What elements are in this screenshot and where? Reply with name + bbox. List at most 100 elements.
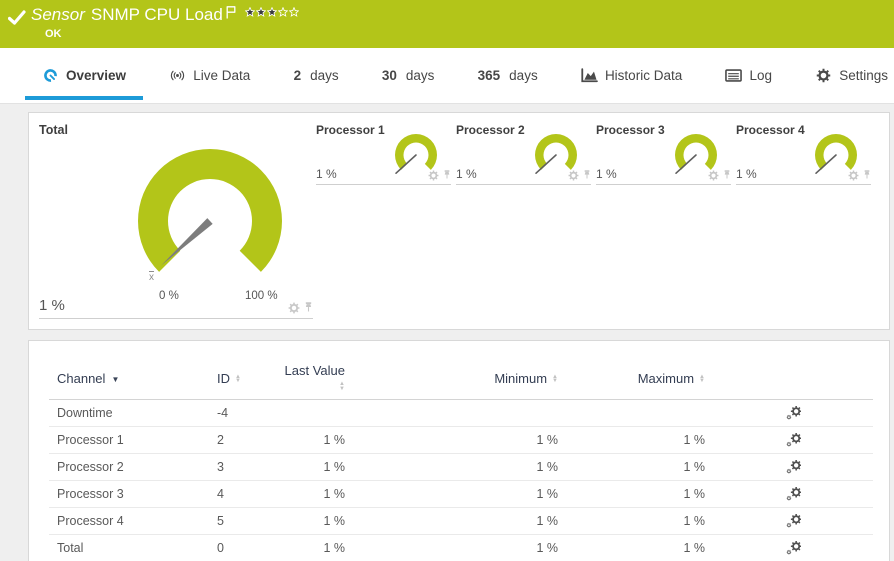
flag-icon[interactable] — [226, 6, 236, 19]
tab-label: days — [406, 68, 435, 83]
gauge-footer: 1 % — [39, 297, 313, 319]
processor-gauges: Processor 1 1 % Processor 2 1 % — [316, 123, 876, 185]
cell-last-value: 1 % — [269, 508, 353, 535]
gauge-footer: 1 % — [736, 167, 871, 185]
channel-settings-icon[interactable] — [786, 433, 801, 448]
channel-settings-icon[interactable] — [786, 487, 801, 502]
gauge-value: 1 % — [596, 167, 617, 181]
gauge-pin-icon[interactable] — [863, 169, 871, 181]
settings-icon — [815, 68, 832, 83]
table-header-row: Channel▼ID▲▼Last Value▲▼Minimum▲▼Maximum… — [49, 363, 873, 400]
cell-minimum: 1 % — [353, 535, 566, 561]
gauge-gear-icon[interactable] — [568, 170, 579, 181]
tab-label: days — [509, 68, 538, 83]
table-row-total: Total 0 1 % 1 % 1 % — [49, 535, 873, 561]
gauge-value: 1 % — [736, 167, 757, 181]
tab-label: Log — [749, 68, 772, 83]
gauge-tile-processor-2: Processor 2 1 % — [456, 123, 591, 185]
cell-minimum: 1 % — [353, 427, 566, 454]
cell-id: 3 — [209, 454, 269, 481]
channel-settings-icon[interactable] — [786, 541, 801, 556]
cell-id: 0 — [209, 535, 269, 561]
tab-label: Settings — [839, 68, 888, 83]
cell-id: 4 — [209, 481, 269, 508]
tab-historic-data[interactable]: Historic Data — [579, 48, 684, 103]
tab-2-days[interactable]: 2 days — [292, 48, 341, 103]
gauge-footer: 1 % — [596, 167, 731, 185]
gauge-gear-icon[interactable] — [428, 170, 439, 181]
channels-table: Channel▼ID▲▼Last Value▲▼Minimum▲▼Maximum… — [49, 363, 873, 561]
sort-arrows-icon: ▲▼ — [552, 375, 558, 384]
gauge-gear-icon[interactable] — [708, 170, 719, 181]
average-marker: x — [149, 272, 154, 283]
gauge-tile-processor-4: Processor 4 1 % — [736, 123, 871, 185]
tab-count: 30 — [382, 68, 397, 83]
tab-settings[interactable]: Settings — [813, 48, 890, 103]
gauge-footer: 1 % — [316, 167, 451, 185]
cell-last-value: 1 % — [269, 535, 353, 561]
tab-bar: Overview Live Data 2 days 30 days 365 da… — [0, 48, 894, 104]
channel-settings-icon[interactable] — [786, 514, 801, 529]
star-empty-icon[interactable] — [278, 7, 288, 17]
star-filled-icon[interactable] — [245, 7, 255, 17]
gauge-pin-icon[interactable] — [443, 169, 451, 181]
status-ok-check-icon — [8, 10, 26, 25]
gauge-gear-icon[interactable] — [288, 302, 300, 314]
column-header-minimum[interactable]: Minimum▲▼ — [353, 363, 566, 400]
cell-id: 2 — [209, 427, 269, 454]
gauge-title: Total — [39, 123, 313, 137]
channel-settings-icon[interactable] — [786, 406, 801, 421]
tab-365-days[interactable]: 365 days — [476, 48, 540, 103]
column-header-maximum[interactable]: Maximum▲▼ — [566, 363, 713, 400]
live-icon — [169, 68, 186, 83]
sensor-status-bar: Sensor SNMP CPU Load OK — [0, 0, 894, 48]
gauge-tile-total: Total x 0 % 100 % 1 % — [39, 123, 313, 319]
sensor-title-row: Sensor SNMP CPU Load — [31, 5, 299, 25]
cell-last-value: 1 % — [269, 427, 353, 454]
gauge-gear-icon[interactable] — [848, 170, 859, 181]
table-row-downtime: Downtime -4 — [49, 400, 873, 427]
cell-id: 5 — [209, 508, 269, 535]
channel-settings-icon[interactable] — [786, 460, 801, 475]
tab-label: days — [310, 68, 339, 83]
gauge-pin-icon[interactable] — [583, 169, 591, 181]
content-area: Total x 0 % 100 % 1 % Processor 1 — [0, 104, 894, 561]
star-filled-icon[interactable] — [256, 7, 266, 17]
table-row-processor-1: Processor 1 2 1 % 1 % 1 % — [49, 427, 873, 454]
star-empty-icon[interactable] — [289, 7, 299, 17]
cell-id: -4 — [209, 400, 269, 427]
priority-stars[interactable] — [245, 7, 299, 17]
column-header-last-value[interactable]: Last Value▲▼ — [269, 363, 353, 400]
cell-channel: Processor 2 — [49, 454, 209, 481]
gauge-tile-processor-3: Processor 3 1 % — [596, 123, 731, 185]
tab-label: Overview — [66, 68, 126, 83]
gauge-pin-icon[interactable] — [723, 169, 731, 181]
gauge-footer: 1 % — [456, 167, 591, 185]
cell-maximum: 1 % — [566, 535, 713, 561]
channels-table-body: Downtime -4 Processor 1 2 1 % 1 % 1 % Pr… — [49, 400, 873, 561]
cell-channel: Downtime — [49, 400, 209, 427]
tab-30-days[interactable]: 30 days — [380, 48, 437, 103]
gauge-icon — [42, 68, 59, 83]
tab-count: 2 — [294, 68, 302, 83]
column-header-id[interactable]: ID▲▼ — [209, 363, 269, 400]
table-row-processor-4: Processor 4 5 1 % 1 % 1 % — [49, 508, 873, 535]
star-filled-icon[interactable] — [267, 7, 277, 17]
gauge-value: 1 % — [456, 167, 477, 181]
cell-channel: Processor 1 — [49, 427, 209, 454]
cell-maximum: 1 % — [566, 427, 713, 454]
gauge-value: 1 % — [39, 297, 65, 314]
cell-minimum — [353, 400, 566, 427]
cell-last-value: 1 % — [269, 454, 353, 481]
tab-log[interactable]: Log — [723, 48, 774, 103]
cell-minimum: 1 % — [353, 454, 566, 481]
sensor-type-label: Sensor — [31, 5, 85, 25]
gauge-pin-icon[interactable] — [304, 301, 313, 314]
tab-overview[interactable]: Overview — [40, 48, 128, 103]
column-header-channel[interactable]: Channel▼ — [49, 363, 209, 400]
cell-maximum — [566, 400, 713, 427]
sort-arrows-icon: ▲▼ — [699, 375, 705, 384]
table-row-processor-2: Processor 2 3 1 % 1 % 1 % — [49, 454, 873, 481]
cell-last-value: 1 % — [269, 481, 353, 508]
tab-live-data[interactable]: Live Data — [167, 48, 252, 103]
